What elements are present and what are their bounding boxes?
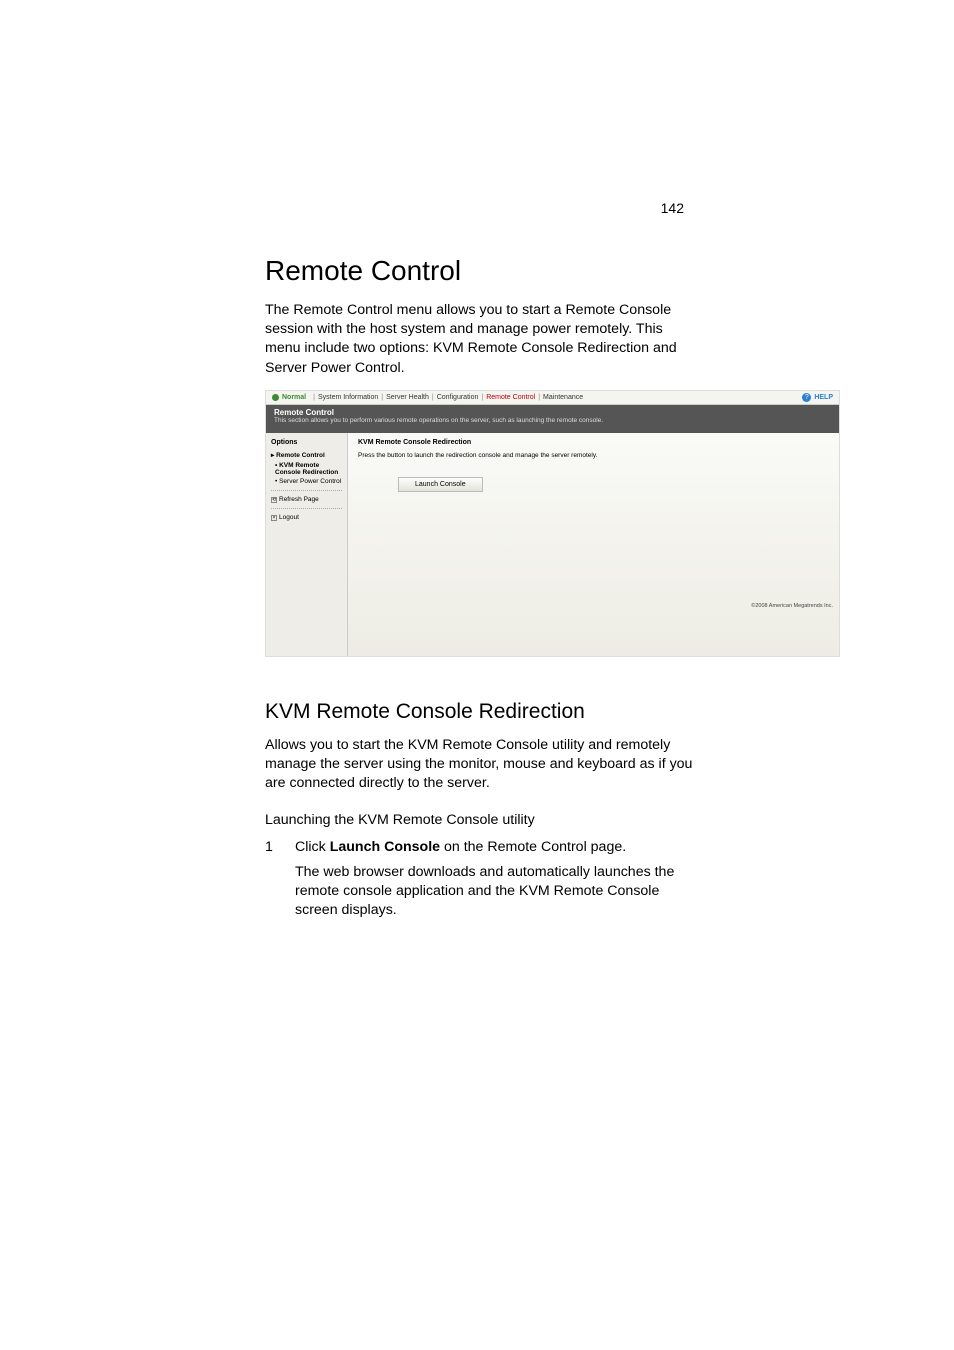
nav-separator: | <box>381 394 383 401</box>
nav-help-link[interactable]: HELP <box>814 394 833 401</box>
step-text-pre: Click <box>295 839 330 855</box>
step-text: Click Launch Console on the Remote Contr… <box>295 838 695 857</box>
nav-separator: | <box>481 394 483 401</box>
nav-separator: | <box>313 394 315 401</box>
section-heading-kvm: KVM Remote Console Redirection <box>265 700 695 724</box>
chevron-right-icon: ▸ <box>271 452 274 459</box>
step-1-result: The web browser downloads and automatica… <box>295 863 695 921</box>
step-text-bold: Launch Console <box>330 839 440 855</box>
screenshot-copyright: ©2008 American Megatrends Inc. <box>751 603 833 609</box>
step-1: 1 Click Launch Console on the Remote Con… <box>265 838 695 857</box>
screenshot-header-title: Remote Control <box>274 408 831 417</box>
page-number: 142 <box>661 200 684 216</box>
panel-description: Press the button to launch the redirecti… <box>358 452 829 459</box>
sidebar-item-server-power[interactable]: • Server Power Control <box>275 478 342 485</box>
nav-maintenance[interactable]: Maintenance <box>543 394 583 401</box>
sidebar-divider <box>271 490 342 491</box>
screenshot-main-panel: KVM Remote Console Redirection Press the… <box>348 433 839 656</box>
page-title: Remote Control <box>265 255 695 287</box>
intro-paragraph: The Remote Control menu allows you to st… <box>265 301 695 378</box>
launch-console-button[interactable]: Launch Console <box>398 477 483 492</box>
sidebar-group-remote-control[interactable]: ▸ Remote Control <box>271 451 342 459</box>
nav-separator: | <box>538 394 540 401</box>
remote-control-screenshot: Normal | System Information | Server Hea… <box>265 390 840 657</box>
sidebar-group-label: Remote Control <box>276 452 325 459</box>
sidebar-logout[interactable]: ×Logout <box>271 514 342 521</box>
help-icon[interactable]: ? <box>802 393 811 402</box>
sidebar-logout-label: Logout <box>279 514 299 521</box>
sidebar-item-label: KVM Remote Console Redirection <box>275 462 338 476</box>
screenshot-top-nav: Normal | System Information | Server Hea… <box>266 391 839 405</box>
screenshot-sidebar: Options ▸ Remote Control • KVM Remote Co… <box>266 433 348 656</box>
nav-status-normal[interactable]: Normal <box>282 394 306 401</box>
sidebar-refresh-page[interactable]: ⟲Refresh Page <box>271 496 342 503</box>
sidebar-item-kvm-redirection[interactable]: • KVM Remote Console Redirection <box>275 462 342 476</box>
step-number: 1 <box>265 838 277 857</box>
sidebar-refresh-label: Refresh Page <box>279 496 319 503</box>
nav-configuration[interactable]: Configuration <box>437 394 479 401</box>
screenshot-header: Remote Control This section allows you t… <box>266 405 839 433</box>
kvm-description: Allows you to start the KVM Remote Conso… <box>265 736 695 794</box>
logout-icon: × <box>271 515 277 521</box>
sidebar-divider <box>271 508 342 509</box>
nav-system-information[interactable]: System Information <box>318 394 378 401</box>
refresh-icon: ⟲ <box>271 497 277 503</box>
nav-remote-control[interactable]: Remote Control <box>486 394 535 401</box>
nav-separator: | <box>432 394 434 401</box>
panel-title: KVM Remote Console Redirection <box>358 439 829 446</box>
sidebar-options-title: Options <box>271 439 342 446</box>
sidebar-item-label: Server Power Control <box>279 478 341 485</box>
nav-server-health[interactable]: Server Health <box>386 394 429 401</box>
screenshot-header-subtitle: This section allows you to perform vario… <box>274 417 831 424</box>
subheading-launching: Launching the KVM Remote Console utility <box>265 812 695 828</box>
step-text-post: on the Remote Control page. <box>440 839 626 855</box>
status-ok-icon <box>272 394 279 401</box>
